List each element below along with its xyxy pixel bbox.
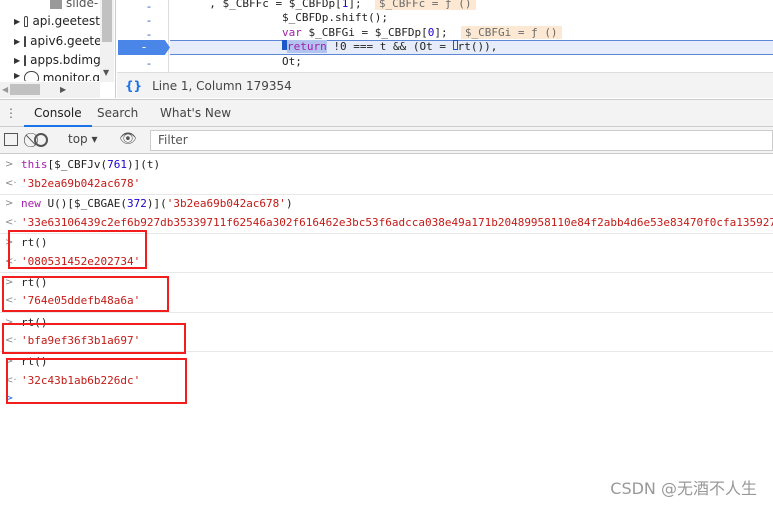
code-line: , $_CBFFc = $_CBFDp[1]; $_CBFFc = ƒ ()	[172, 0, 773, 12]
annotation-box	[8, 230, 147, 269]
console-input-row: > this[$_CBFJv(761)](t)	[0, 155, 773, 175]
input-chevron-icon: >	[5, 159, 14, 170]
clear-console-icon[interactable]	[34, 133, 48, 147]
expand-arrow-icon: ▶	[14, 16, 21, 26]
context-selector[interactable]: top ▾	[68, 132, 98, 146]
input-chevron-icon: >	[5, 198, 14, 209]
code-line: var $_CBFGi = $_CBFDp[0]; $_CBFGi = ƒ ()	[282, 26, 773, 41]
console-result-row: <· '3b2ea69b042ac678'	[0, 174, 773, 194]
editor-status-bar: {} Line 1, Column 179354	[117, 72, 773, 98]
drawer-tabs: ⋮ Console Search What's New	[0, 99, 773, 127]
tree-item[interactable]: ▶ apps.bdimg	[14, 51, 100, 69]
expand-arrow-icon: ▶	[14, 55, 21, 65]
annotation-box	[2, 323, 186, 354]
annotation-box	[2, 276, 169, 312]
code-line: Ot;	[282, 55, 302, 68]
pretty-print-icon[interactable]: {}	[125, 79, 142, 93]
breakpoint-marker[interactable]: -	[118, 40, 170, 55]
tab-console[interactable]: Console	[24, 100, 92, 127]
tree-item[interactable]: ▶apiv6.geetest	[14, 32, 100, 50]
annotation-box	[6, 358, 187, 404]
cloud-icon	[24, 35, 27, 47]
code-line: $_CBFDp.shift();	[282, 11, 388, 24]
filter-input[interactable]: Filter	[150, 130, 773, 151]
tree-item[interactable]: ▶ api.geetest	[14, 12, 100, 30]
result-chevron-icon: <·	[5, 178, 17, 189]
file-icon	[50, 0, 62, 9]
tab-search[interactable]: Search	[97, 100, 138, 127]
expand-arrow-icon: ▶	[14, 36, 21, 46]
cloud-icon	[24, 15, 29, 27]
more-options-icon[interactable]: ⋮	[5, 100, 17, 127]
line-gutter: - - - -	[117, 0, 169, 72]
sidebar-toggle-icon[interactable]	[4, 133, 18, 146]
watermark: CSDN @无酒不人生	[610, 479, 757, 498]
scrollbar-thumb[interactable]	[102, 0, 112, 42]
scroll-down-icon[interactable]: ▼	[103, 68, 109, 77]
code-line: return !0 === t && (Ot = rt()),	[282, 40, 773, 55]
scroll-right-icon[interactable]: ▶	[60, 85, 66, 94]
cloud-icon	[24, 54, 27, 66]
scroll-left-icon[interactable]: ◀	[2, 85, 8, 94]
tree-item[interactable]: ▶ monitor.g	[14, 71, 100, 81]
tab-whats-new[interactable]: What's New	[160, 100, 231, 127]
eye-icon[interactable]: 👁	[119, 131, 137, 147]
expand-arrow-icon: ▶	[14, 71, 21, 80]
cloud-icon	[24, 71, 39, 81]
scrollbar-thumb[interactable]	[10, 84, 40, 95]
console-input-row: > new U()[$_CBGAE(372)]('3b2ea69b042ac678…	[0, 194, 773, 214]
